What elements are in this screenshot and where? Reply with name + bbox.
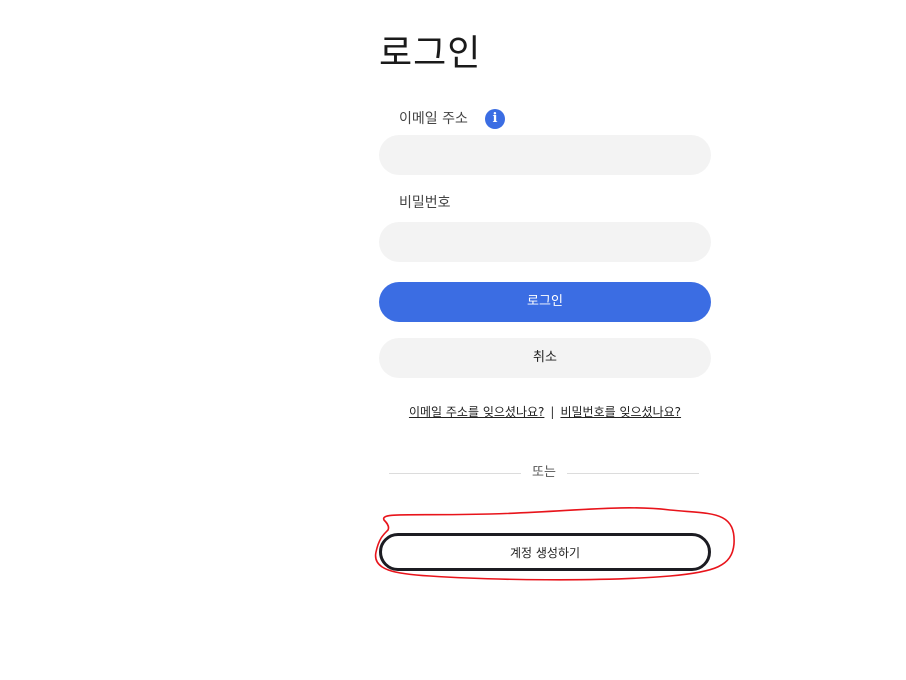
login-button[interactable]: 로그인	[379, 282, 711, 322]
forgot-email-link[interactable]: 이메일 주소를 잊으셨나요?	[409, 405, 544, 419]
info-icon[interactable]: i	[485, 109, 505, 129]
email-field[interactable]	[379, 135, 711, 175]
password-label: 비밀번호	[399, 195, 451, 211]
create-account-button[interactable]: 계정 생성하기	[379, 533, 711, 571]
divider-line-right	[567, 473, 699, 474]
cancel-button[interactable]: 취소	[379, 338, 711, 378]
email-label: 이메일 주소	[399, 111, 468, 127]
recovery-links: 이메일 주소를 잊으셨나요? | 비밀번호를 잊으셨나요?	[379, 403, 711, 420]
forgot-password-link[interactable]: 비밀번호를 잊으셨나요?	[560, 405, 681, 419]
link-separator: |	[550, 405, 555, 419]
login-page: 로그인 이메일 주소 i 비밀번호 로그인 취소 이메일 주소를 잊으셨나요? |…	[0, 0, 906, 680]
or-divider: 또는	[389, 464, 699, 482]
page-title: 로그인	[379, 33, 482, 74]
password-field[interactable]	[379, 222, 711, 262]
